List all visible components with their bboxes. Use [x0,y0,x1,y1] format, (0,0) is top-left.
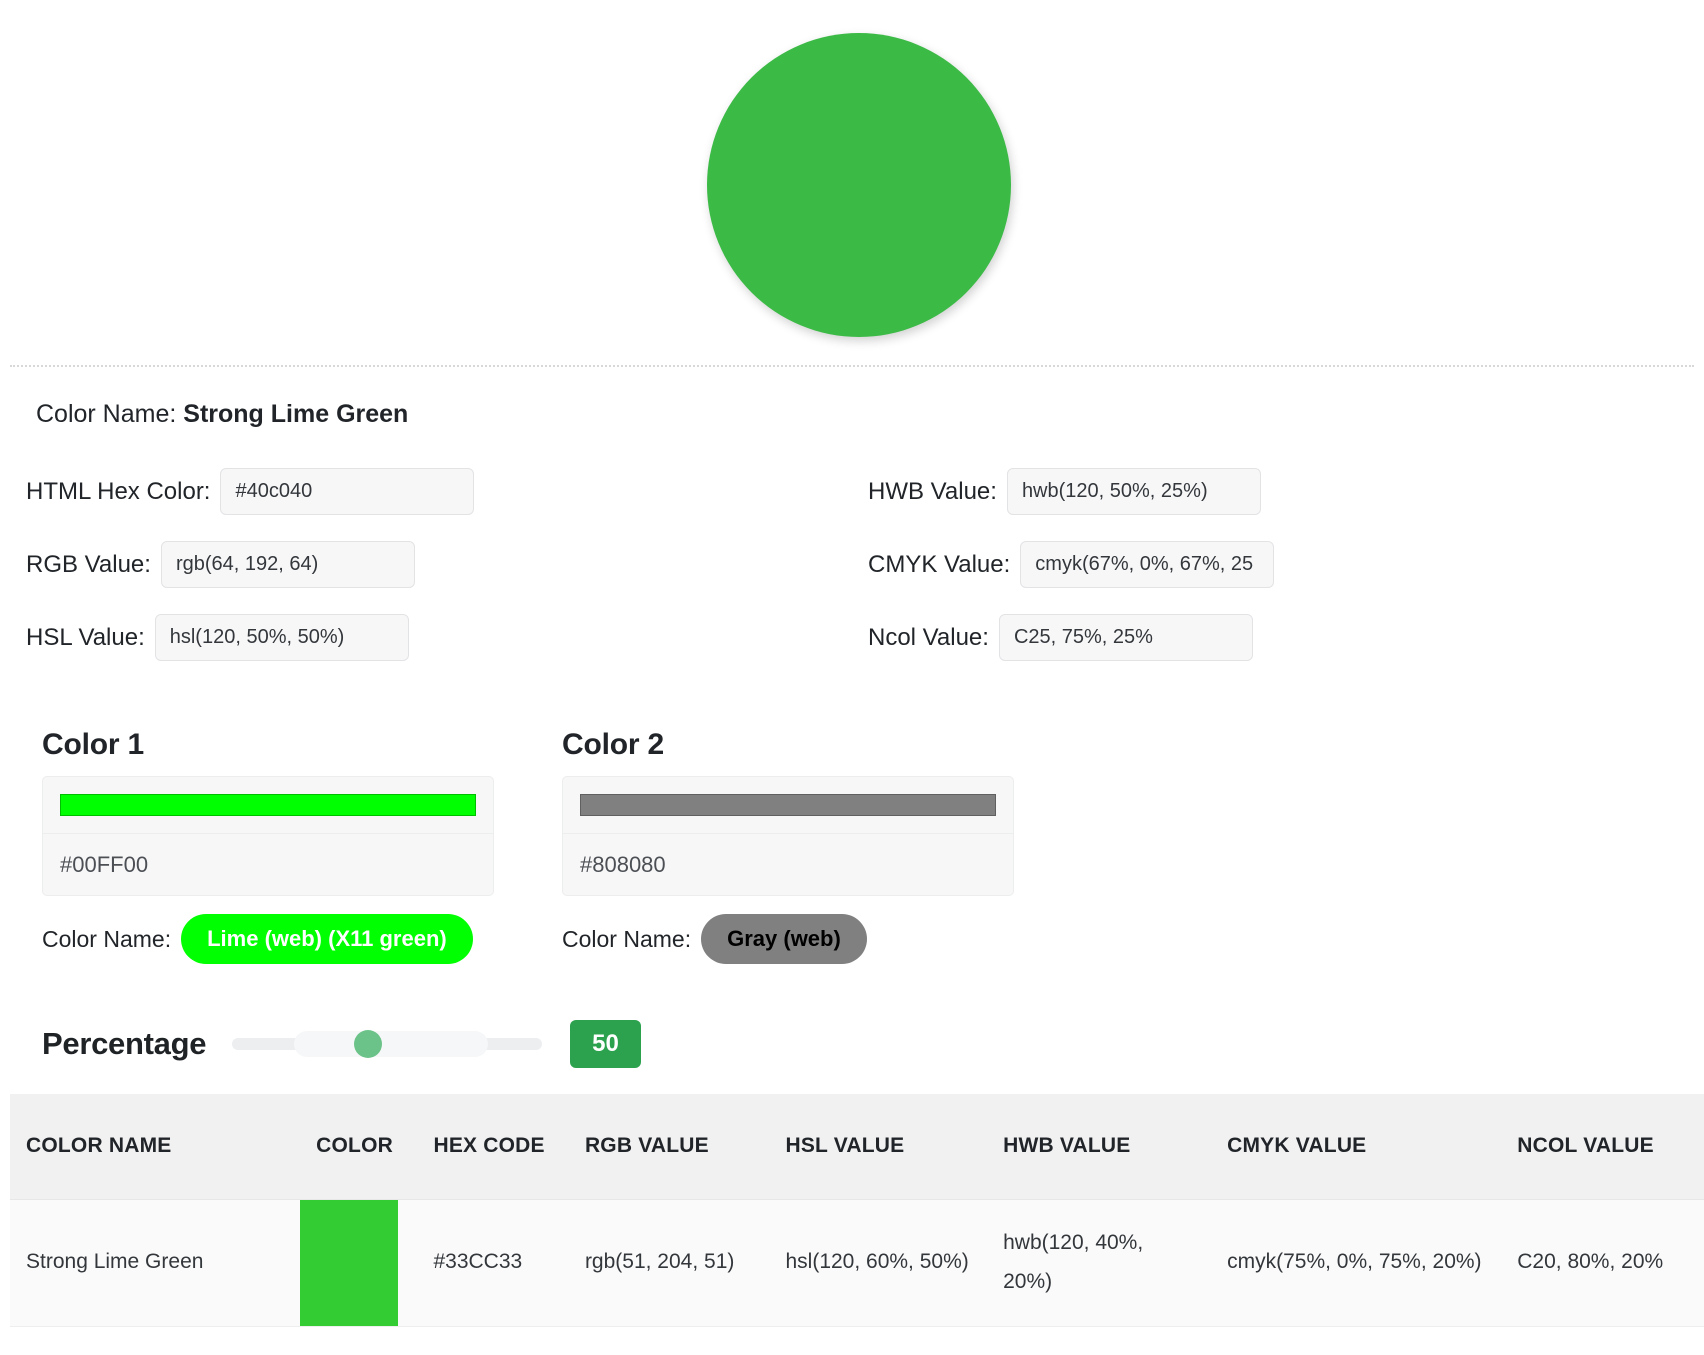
color-values-grid: HTML Hex Color: #40c040 RGB Value: rgb(6… [0,468,1704,673]
cmyk-input[interactable]: cmyk(67%, 0%, 67%, 25 [1020,541,1275,588]
rgb-row: RGB Value: rgb(64, 192, 64) [26,541,415,588]
cell-rgb-value: rgb(51, 204, 51) [568,1199,770,1327]
slider-fill [294,1031,489,1057]
color-1-picker: Color 1 #00FF00 Color Name: Lime (web) (… [42,728,494,964]
color-table: COLOR NAME COLOR HEX CODE RGB VALUE HSL … [10,1094,1704,1327]
cell-hsl-value: hsl(120, 60%, 50%) [769,1199,988,1327]
ncol-row: Ncol Value: C25, 75%, 25% [868,614,1253,661]
percentage-label: Percentage [42,1026,207,1061]
color-2-title: Color 2 [562,728,664,761]
cell-hwb-value: hwb(120, 40%, 20%) [987,1199,1212,1327]
cell-color-name: Strong Lime Green [10,1199,301,1327]
color-1-hex-input[interactable]: #00FF00 [42,834,494,896]
percentage-value-badge: 50 [570,1020,641,1068]
color-name-label: Color Name: [36,400,177,428]
th-rgb-value: RGB VALUE [568,1094,770,1200]
cell-cmyk-value: cmyk(75%, 0%, 75%, 20%) [1211,1199,1502,1327]
th-ncol-value: NCOL VALUE [1501,1094,1704,1200]
color-1-swatch-box[interactable] [42,776,494,834]
slider-thumb[interactable] [354,1030,383,1058]
color-2-name-pill: Gray (web) [701,914,867,964]
cell-color-swatch [300,1199,418,1327]
cell-ncol-value: C20, 80%, 20% [1501,1199,1704,1327]
th-hex-code: HEX CODE [417,1094,569,1200]
table-header-row: COLOR NAME COLOR HEX CODE RGB VALUE HSL … [10,1094,1704,1200]
th-color-name: COLOR NAME [10,1094,301,1200]
th-cmyk-value: CMYK VALUE [1211,1094,1502,1200]
ncol-input[interactable]: C25, 75%, 25% [998,614,1253,661]
rgb-input[interactable]: rgb(64, 192, 64) [160,541,415,588]
color-name-line: Color Name: Strong Lime Green [36,400,408,429]
percentage-slider[interactable] [232,1027,543,1061]
hsl-row: HSL Value: hsl(120, 50%, 50%) [26,614,409,661]
color-2-swatch-box[interactable] [562,776,1014,834]
hsl-label: HSL Value: [26,623,145,651]
cmyk-label: CMYK Value: [868,550,1011,578]
color-1-swatch[interactable] [60,794,476,816]
hero-section [0,0,1704,367]
percentage-section: Percentage 50 [0,1020,1704,1068]
color-table-head: COLOR NAME COLOR HEX CODE RGB VALUE HSL … [10,1094,1704,1200]
color-name-value: Strong Lime Green [183,400,409,428]
color-1-name-label: Color Name: [42,925,172,952]
cmyk-row: CMYK Value: cmyk(67%, 0%, 67%, 25 [868,541,1275,588]
rgb-label: RGB Value: [26,550,151,578]
hwb-input[interactable]: hwb(120, 50%, 25%) [1006,468,1261,515]
color-2-hex-input[interactable]: #808080 [562,834,1014,896]
section-divider [10,365,1694,367]
th-hwb-value: HWB VALUE [987,1094,1212,1200]
color-table-body: Strong Lime Green #33CC33 rgb(51, 204, 5… [10,1199,1704,1327]
cell-hex-code: #33CC33 [417,1199,569,1327]
hex-input[interactable]: #40c040 [220,468,475,515]
color-1-name-pill: Lime (web) (X11 green) [181,914,473,964]
color-2-name-row: Color Name: Gray (web) [562,914,1014,964]
th-hsl-value: HSL VALUE [769,1094,988,1200]
hwb-label: HWB Value: [868,477,997,505]
color-2-swatch[interactable] [580,794,996,816]
ncol-label: Ncol Value: [868,623,989,651]
color-2-name-label: Color Name: [562,925,692,952]
hex-label: HTML Hex Color: [26,477,211,505]
color-table-wrapper: COLOR NAME COLOR HEX CODE RGB VALUE HSL … [10,1094,1704,1327]
color-1-title: Color 1 [42,728,144,761]
hex-row: HTML Hex Color: #40c040 [26,468,475,515]
th-color: COLOR [300,1094,418,1200]
hsl-input[interactable]: hsl(120, 50%, 50%) [154,614,409,661]
color-2-picker: Color 2 #808080 Color Name: Gray (web) [562,728,1014,964]
color-1-name-row: Color Name: Lime (web) (X11 green) [42,914,494,964]
color-preview-circle [707,33,1011,337]
color-info-page: Color Name: Strong Lime Green HTML Hex C… [0,0,1704,1327]
hwb-row: HWB Value: hwb(120, 50%, 25%) [868,468,1261,515]
table-row: Strong Lime Green #33CC33 rgb(51, 204, 5… [10,1199,1704,1327]
row-color-swatch [300,1199,399,1326]
